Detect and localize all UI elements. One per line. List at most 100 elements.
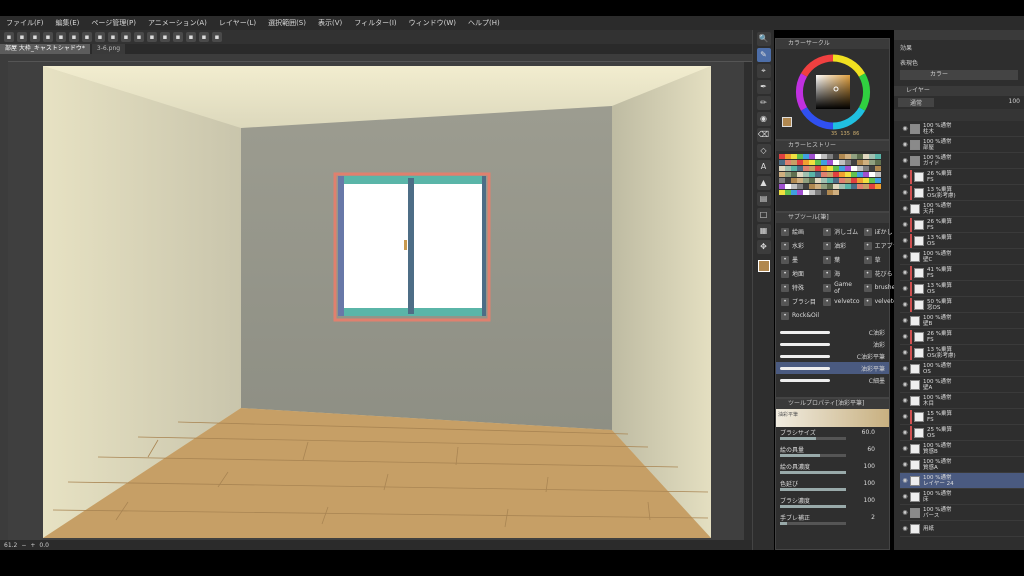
fill-icon[interactable]: ▪ [108,32,118,42]
layer-row[interactable]: ◉ 用紙 [900,521,1024,537]
property-slider[interactable] [780,454,846,457]
menu-item[interactable]: アニメーション(A) [148,18,207,28]
visibility-eye-icon[interactable]: ◉ [900,413,910,420]
brush-item[interactable]: 油彩平筆 [776,362,889,374]
property-value[interactable]: 100 [864,463,875,470]
property-row[interactable]: ブラシ濃度 100 [776,495,889,512]
visibility-eye-icon[interactable]: ◉ [900,173,910,180]
snap-icon[interactable]: ▪ [160,32,170,42]
zoom-in-icon[interactable]: + [30,542,35,549]
canvas-viewport[interactable] [8,62,744,540]
pencil-tool-icon[interactable]: ✏ [756,96,771,110]
new-icon[interactable]: ▪ [17,32,27,42]
layer-row[interactable]: ◉ 41 %乗算 FS [900,265,1024,281]
ruler-icon[interactable]: ▪ [173,32,183,42]
subtool-group-item[interactable]: • 特殊 [778,281,819,294]
zoom-value[interactable]: 61.2 [4,542,17,549]
visibility-eye-icon[interactable]: ◉ [900,317,910,324]
expression-color-select[interactable]: カラー [900,70,1018,80]
visibility-eye-icon[interactable]: ◉ [900,141,910,148]
menu-item[interactable]: 表示(V) [318,18,342,28]
doc-tab-room[interactable]: 部屋 大枠_キャストシャドウ* [0,44,90,54]
select-icon[interactable]: ◇ [756,144,771,158]
app-icon[interactable]: ▪ [4,32,14,42]
layer-row[interactable]: ◉ 13 %乗算 OS [900,281,1024,297]
visibility-eye-icon[interactable]: ◉ [900,205,910,212]
visibility-eye-icon[interactable]: ◉ [900,157,910,164]
subtool-group-item[interactable]: • 油彩 [820,239,859,252]
property-row[interactable]: 絵の具量 60 [776,444,889,461]
property-value[interactable]: 100 [864,480,875,487]
visibility-eye-icon[interactable]: ◉ [900,125,910,132]
magnifier-icon[interactable]: 🔍 [756,32,771,46]
layer-row[interactable]: ◉ 100 %通常 壁C [900,249,1024,265]
layer-row[interactable]: ◉ 100 %通常 質感A [900,457,1024,473]
property-value[interactable]: 100 [864,497,875,504]
property-row[interactable]: 手ブレ補正 2 [776,512,889,529]
layer-row[interactable]: ◉ 25 %乗算 OS [900,425,1024,441]
brush-item[interactable]: C油彩 [776,326,889,338]
menu-item[interactable]: ヘルプ(H) [468,18,500,28]
room-illustration[interactable] [8,62,744,540]
property-value[interactable]: 60.0 [862,429,875,436]
invert-icon[interactable]: ▪ [134,32,144,42]
visibility-eye-icon[interactable]: ◉ [900,221,910,228]
layer-row[interactable]: ◉ 100 %通常 床 [900,489,1024,505]
zoom-out-icon[interactable]: − [21,542,26,549]
property-slider[interactable] [780,488,846,491]
visibility-eye-icon[interactable]: ◉ [900,301,910,308]
brush-item[interactable]: C油彩平筆 [776,350,889,362]
menu-item[interactable]: ファイル(F) [6,18,44,28]
fill-tool-icon[interactable]: ▲ [756,176,771,190]
visibility-eye-icon[interactable]: ◉ [900,237,910,244]
blend-mode-select[interactable]: 通常 [898,98,935,107]
layer-row[interactable]: ◉ 13 %乗算 OS(影考慮) [900,185,1024,201]
doc-tab-png[interactable]: 3-6.png [91,44,126,54]
property-slider[interactable] [780,437,846,440]
undo-icon[interactable]: ▪ [56,32,66,42]
transform-icon[interactable]: ▪ [95,32,105,42]
pen-tool-icon[interactable]: ✒ [756,80,771,94]
layer-row[interactable]: ◉ 100 %通常 ガイド [900,153,1024,169]
layer-row[interactable]: ◉ 13 %乗算 OS(影考慮) [900,345,1024,361]
layer-row[interactable]: ◉ 100 %通常 木目 [900,393,1024,409]
move-icon[interactable]: ✥ [756,240,771,254]
clear-icon[interactable]: ▪ [82,32,92,42]
visibility-eye-icon[interactable]: ◉ [900,189,910,196]
visibility-eye-icon[interactable]: ◉ [900,461,910,468]
property-slider[interactable] [780,505,846,508]
angle-value[interactable]: 0.0 [39,542,49,549]
color-history-swatches[interactable] [776,151,889,199]
save-icon[interactable]: ▪ [43,32,53,42]
layer-row[interactable]: ◉ 100 %通常 天井 [900,201,1024,217]
visibility-eye-icon[interactable]: ◉ [900,429,910,436]
grid-icon[interactable]: ▪ [186,32,196,42]
layer-row[interactable]: ◉ 100 %通常 壁B [900,313,1024,329]
subtool-group-item[interactable]: • ブラシ目 [778,295,819,308]
subtool-group-item[interactable]: • 海 [820,267,859,280]
menu-item[interactable]: ページ管理(P) [91,18,136,28]
frame-icon[interactable]: ▦ [756,224,771,238]
subtool-group-item[interactable]: • 絵画 [778,225,819,238]
property-slider[interactable] [780,522,846,525]
visibility-eye-icon[interactable]: ◉ [900,349,910,356]
text-tool-icon[interactable]: A [756,160,771,174]
visibility-eye-icon[interactable]: ◉ [900,381,910,388]
main-color-chip[interactable] [757,260,770,272]
layer-row[interactable]: ◉ 100 %通常 パース [900,505,1024,521]
brush-item[interactable]: 油彩 [776,338,889,350]
property-row[interactable]: 絵の具濃度 100 [776,461,889,478]
layer-row[interactable]: ◉ 26 %乗算 FS [900,217,1024,233]
property-slider[interactable] [780,471,846,474]
menu-item[interactable]: ウィンドウ(W) [409,18,456,28]
property-row[interactable]: 色延び 100 [776,478,889,495]
figure-icon[interactable]: □ [756,208,771,222]
subtool-group-item[interactable]: • velvetco [820,295,860,308]
visibility-eye-icon[interactable]: ◉ [900,285,910,292]
menu-item[interactable]: 選択範囲(S) [268,18,306,28]
layer-row[interactable]: ◉ 100 %通常 柱木 [900,121,1024,137]
layer-row[interactable]: ◉ 26 %乗算 FS [900,329,1024,345]
layer-row[interactable]: ◉ 50 %乗算 窓OS [900,297,1024,313]
open-icon[interactable]: ▪ [30,32,40,42]
deselect-icon[interactable]: ▪ [121,32,131,42]
